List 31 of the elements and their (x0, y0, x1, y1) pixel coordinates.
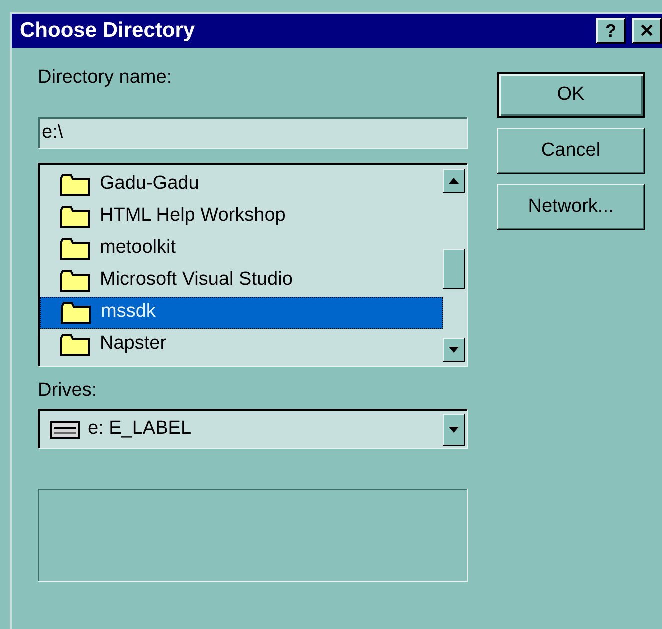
scroll-down-button[interactable] (443, 338, 465, 362)
folder-icon (60, 174, 90, 196)
folder-icon (60, 334, 90, 356)
folder-item[interactable]: Gadu-Gadu (40, 168, 443, 200)
close-button[interactable]: ✕ (632, 18, 662, 44)
down-arrow-icon (449, 426, 459, 432)
folder-icon (61, 302, 91, 324)
scroll-up-button[interactable] (443, 168, 465, 192)
folder-item[interactable]: HTML Help Workshop (40, 200, 443, 232)
drive-icon (50, 420, 80, 438)
up-arrow-icon (449, 178, 459, 184)
dialog-button[interactable]: OK (497, 72, 645, 118)
folder-item[interactable]: Microsoft Visual Studio (40, 264, 443, 296)
help-button[interactable]: ? (596, 18, 626, 44)
folder-item[interactable]: mssdk (40, 296, 443, 328)
folder-item[interactable]: metoolkit (40, 232, 443, 264)
drive-value: e: E_LABEL (88, 417, 193, 442)
dialog-button[interactable]: Network... (497, 184, 645, 230)
drive-dropdown[interactable]: e: E_LABEL (38, 409, 468, 449)
dialog-button[interactable]: Cancel (497, 128, 645, 174)
window-title: Choose Directory (20, 18, 196, 44)
folder-icon (60, 238, 90, 260)
folder-item[interactable]: Napster (40, 328, 443, 360)
directory-field[interactable]: e:\ (38, 116, 468, 148)
folder-icon (60, 270, 90, 292)
scroll-thumb[interactable] (443, 248, 465, 288)
dropdown-button[interactable] (443, 414, 465, 446)
drives-label: Drives: (38, 378, 98, 402)
folder-icon (60, 206, 90, 228)
down-arrow-icon (449, 346, 459, 352)
directory-label: Directory name: (38, 66, 172, 90)
